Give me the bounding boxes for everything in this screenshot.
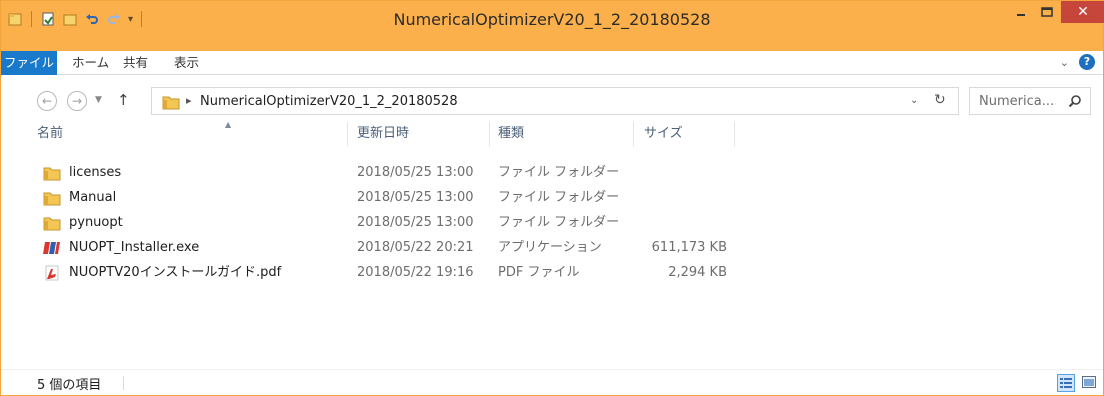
column-divider[interactable] xyxy=(489,122,490,146)
ribbon-tabs: ファイル ホーム 共有 表示 ⌄ ? xyxy=(1,51,1103,75)
address-bar[interactable]: ▸ NumericalOptimizerV20_1_2_20180528 ⌄ ↻ xyxy=(151,87,959,115)
file-size xyxy=(609,161,727,185)
details-view-button[interactable] xyxy=(1057,374,1075,392)
column-header-type[interactable]: 種類 xyxy=(498,119,634,149)
item-count: 5 個の項目 xyxy=(37,378,102,393)
file-date: 2018/05/25 13:00 xyxy=(357,165,474,180)
close-button[interactable]: ✕ xyxy=(1061,1,1104,23)
file-row[interactable]: NUOPTV20インストールガイド.pdf 2018/05/22 19:16 P… xyxy=(37,261,757,285)
navigation-bar: ← → ▼ ↑ ▸ NumericalOptimizerV20_1_2_2018… xyxy=(1,87,1103,115)
file-type: ファイル フォルダー xyxy=(498,165,620,180)
column-header-name[interactable]: 名前 ▲ xyxy=(37,119,347,149)
file-size: 611,173 KB xyxy=(651,240,727,255)
column-header-size[interactable]: サイズ xyxy=(644,119,734,149)
breadcrumb-chevron-icon[interactable]: ▸ xyxy=(186,94,192,107)
file-row[interactable]: pynuopt 2018/05/25 13:00 ファイル フォルダー xyxy=(37,211,757,235)
file-date: 2018/05/22 19:16 xyxy=(357,265,474,280)
window-title: NumericalOptimizerV20_1_2_20180528 xyxy=(393,10,711,29)
ribbon-controls: ⌄ ? xyxy=(1060,54,1095,70)
file-date: 2018/05/22 20:21 xyxy=(357,240,474,255)
file-type: アプリケーション xyxy=(498,240,602,255)
file-type: ファイル フォルダー xyxy=(498,215,620,230)
folder-icon xyxy=(43,192,61,206)
column-divider[interactable] xyxy=(734,122,735,146)
file-row[interactable]: licenses 2018/05/25 13:00 ファイル フォルダー xyxy=(37,161,757,185)
maximize-icon xyxy=(1041,7,1053,17)
file-date: 2018/05/25 13:00 xyxy=(357,190,474,205)
search-box[interactable]: Numerica... xyxy=(969,87,1091,115)
file-name: pynuopt xyxy=(69,215,123,230)
sort-ascending-icon: ▲ xyxy=(225,120,232,129)
tab-share[interactable]: 共有 xyxy=(123,51,148,75)
tab-home[interactable]: ホーム xyxy=(72,51,109,75)
details-view-icon xyxy=(1060,378,1072,388)
pdf-icon xyxy=(45,265,59,281)
refresh-icon[interactable]: ↻ xyxy=(934,92,946,108)
up-arrow-icon[interactable]: ↑ xyxy=(117,91,130,109)
large-icons-view-button[interactable] xyxy=(1081,374,1099,392)
search-input[interactable]: Numerica... xyxy=(979,94,1054,109)
breadcrumb-current[interactable]: NumericalOptimizerV20_1_2_20180528 xyxy=(200,94,458,109)
tab-file[interactable]: ファイル xyxy=(1,51,57,75)
file-name: NUOPT_Installer.exe xyxy=(69,240,200,255)
help-icon[interactable]: ? xyxy=(1079,54,1095,70)
file-size xyxy=(609,186,727,210)
tab-view[interactable]: 表示 xyxy=(174,51,199,75)
installer-icon xyxy=(43,242,60,254)
large-icons-view-icon xyxy=(1082,376,1096,388)
file-row[interactable]: NUOPT_Installer.exe 2018/05/22 20:21 アプリ… xyxy=(37,236,757,260)
forward-button[interactable]: → xyxy=(67,91,87,111)
file-date: 2018/05/25 13:00 xyxy=(357,215,474,230)
file-name: NUOPTV20インストールガイド.pdf xyxy=(69,265,282,280)
address-dropdown-icon[interactable]: ⌄ xyxy=(910,95,918,106)
recent-locations-dropdown-icon[interactable]: ▼ xyxy=(95,95,102,105)
file-row[interactable]: Manual 2018/05/25 13:00 ファイル フォルダー xyxy=(37,186,757,210)
column-headers: 名前 ▲ 更新日時 種類 サイズ xyxy=(1,119,1103,149)
forward-arrow-icon: → xyxy=(71,94,83,108)
close-icon: ✕ xyxy=(1077,4,1089,20)
folder-icon xyxy=(162,96,180,110)
search-icon[interactable] xyxy=(1068,94,1082,108)
folder-icon xyxy=(43,167,61,181)
explorer-window: ▾ NumericalOptimizerV20_1_2_20180528 ✕ フ… xyxy=(0,0,1104,396)
maximize-button[interactable] xyxy=(1034,1,1060,23)
file-name: licenses xyxy=(69,165,122,180)
file-name: Manual xyxy=(69,190,117,205)
file-size: 2,294 KB xyxy=(668,265,727,280)
status-bar: 5 個の項目 xyxy=(1,369,1103,395)
minimize-icon xyxy=(1017,14,1025,16)
file-type: ファイル フォルダー xyxy=(498,190,620,205)
status-divider xyxy=(123,376,124,390)
title-bar: ▾ NumericalOptimizerV20_1_2_20180528 ✕ xyxy=(1,1,1104,51)
expand-ribbon-icon[interactable]: ⌄ xyxy=(1060,56,1069,69)
file-size xyxy=(609,211,727,235)
file-type: PDF ファイル xyxy=(498,265,580,280)
folder-icon xyxy=(43,217,61,231)
column-divider[interactable] xyxy=(633,122,634,146)
back-button[interactable]: ← xyxy=(37,91,57,111)
column-header-label: 名前 xyxy=(37,126,64,141)
back-arrow-icon: ← xyxy=(41,94,53,108)
minimize-button[interactable] xyxy=(1008,1,1034,23)
column-header-date[interactable]: 更新日時 xyxy=(357,119,491,149)
column-divider[interactable] xyxy=(347,122,348,146)
